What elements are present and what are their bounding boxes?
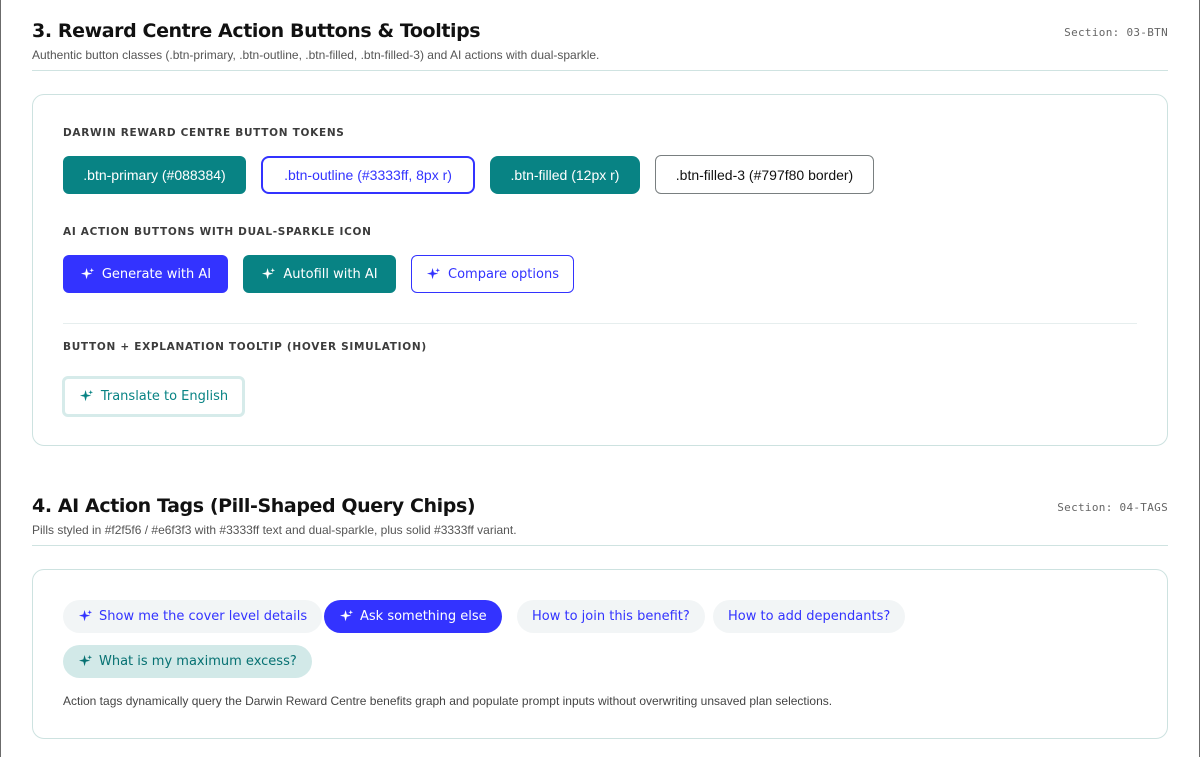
ai-buttons-label: AI ACTION BUTTONS WITH DUAL-SPARKLE ICON — [63, 226, 372, 238]
tag-label: How to join this benefit? — [532, 609, 690, 624]
sparkle-icon — [261, 267, 276, 282]
generate-with-ai-label: Generate with AI — [101, 266, 212, 282]
window-edge-left — [0, 0, 1, 757]
btn-filled-3-token[interactable]: .btn-filled-3 (#797f80 border) — [655, 155, 874, 194]
section-4-card: Show me the cover level details Ask some… — [32, 569, 1168, 739]
tag-label: Show me the cover level details — [99, 609, 308, 624]
translate-to-english-label: Translate to English — [100, 389, 229, 404]
tag-label: How to add dependants? — [728, 609, 891, 624]
section-3-card: DARWIN REWARD CENTRE BUTTON TOKENS .btn-… — [32, 94, 1168, 446]
action-tags-note: Action tags dynamically query the Darwin… — [63, 694, 833, 708]
generate-with-ai-button[interactable]: Generate with AI — [63, 255, 228, 293]
sparkle-icon — [80, 267, 95, 282]
sparkle-icon — [78, 609, 93, 624]
section-4-title: 4. AI Action Tags (Pill-Shaped Query Chi… — [32, 495, 476, 517]
translate-to-english-button[interactable]: Translate to English — [62, 376, 245, 417]
btn-filled-token[interactable]: .btn-filled (12px r) — [490, 156, 640, 194]
sparkle-icon — [426, 267, 441, 282]
autofill-with-ai-label: Autofill with AI — [283, 266, 378, 282]
btn-primary-label: .btn-primary (#088384) — [83, 167, 226, 183]
sparkle-icon — [78, 654, 93, 669]
compare-options-label: Compare options — [448, 266, 559, 282]
tag-cover-level-details[interactable]: Show me the cover level details — [63, 600, 323, 633]
section-4-header: 4. AI Action Tags (Pill-Shaped Query Chi… — [32, 495, 1168, 537]
sparkle-icon — [339, 609, 354, 624]
tooltip-label: BUTTON + EXPLANATION TOOLTIP (HOVER SIMU… — [63, 341, 427, 353]
card-divider — [63, 323, 1137, 324]
section-3-header: 3. Reward Centre Action Buttons & Toolti… — [32, 20, 1168, 62]
section-4-code: Section: 04-TAGS — [1057, 501, 1168, 514]
section-4-rule — [32, 545, 1168, 546]
section-3-subtitle: Authentic button classes (.btn-primary, … — [32, 48, 600, 62]
btn-filled-3-label: .btn-filled-3 (#797f80 border) — [675, 166, 854, 183]
section-3-rule — [32, 70, 1168, 71]
tag-how-to-add-dependants[interactable]: How to add dependants? — [713, 600, 906, 633]
sparkle-icon — [79, 389, 94, 404]
btn-outline-label: .btn-outline (#3333ff, 8px r) — [284, 167, 452, 183]
section-4-subtitle: Pills styled in #f2f5f6 / #e6f3f3 with #… — [32, 523, 517, 537]
tag-label: Ask something else — [360, 609, 487, 624]
btn-primary-token[interactable]: .btn-primary (#088384) — [63, 156, 246, 194]
tokens-label: DARWIN REWARD CENTRE BUTTON TOKENS — [63, 127, 345, 139]
tag-ask-something-else[interactable]: Ask something else — [324, 600, 502, 633]
btn-outline-token[interactable]: .btn-outline (#3333ff, 8px r) — [261, 156, 475, 194]
compare-options-button[interactable]: Compare options — [411, 255, 574, 293]
tag-label: What is my maximum excess? — [99, 654, 297, 669]
section-3-title: 3. Reward Centre Action Buttons & Toolti… — [32, 20, 481, 42]
tag-maximum-excess[interactable]: What is my maximum excess? — [63, 645, 312, 678]
autofill-with-ai-button[interactable]: Autofill with AI — [243, 255, 396, 293]
tag-how-to-join-benefit[interactable]: How to join this benefit? — [517, 600, 705, 633]
section-3-code: Section: 03-BTN — [1064, 26, 1168, 39]
btn-filled-label: .btn-filled (12px r) — [510, 167, 620, 183]
